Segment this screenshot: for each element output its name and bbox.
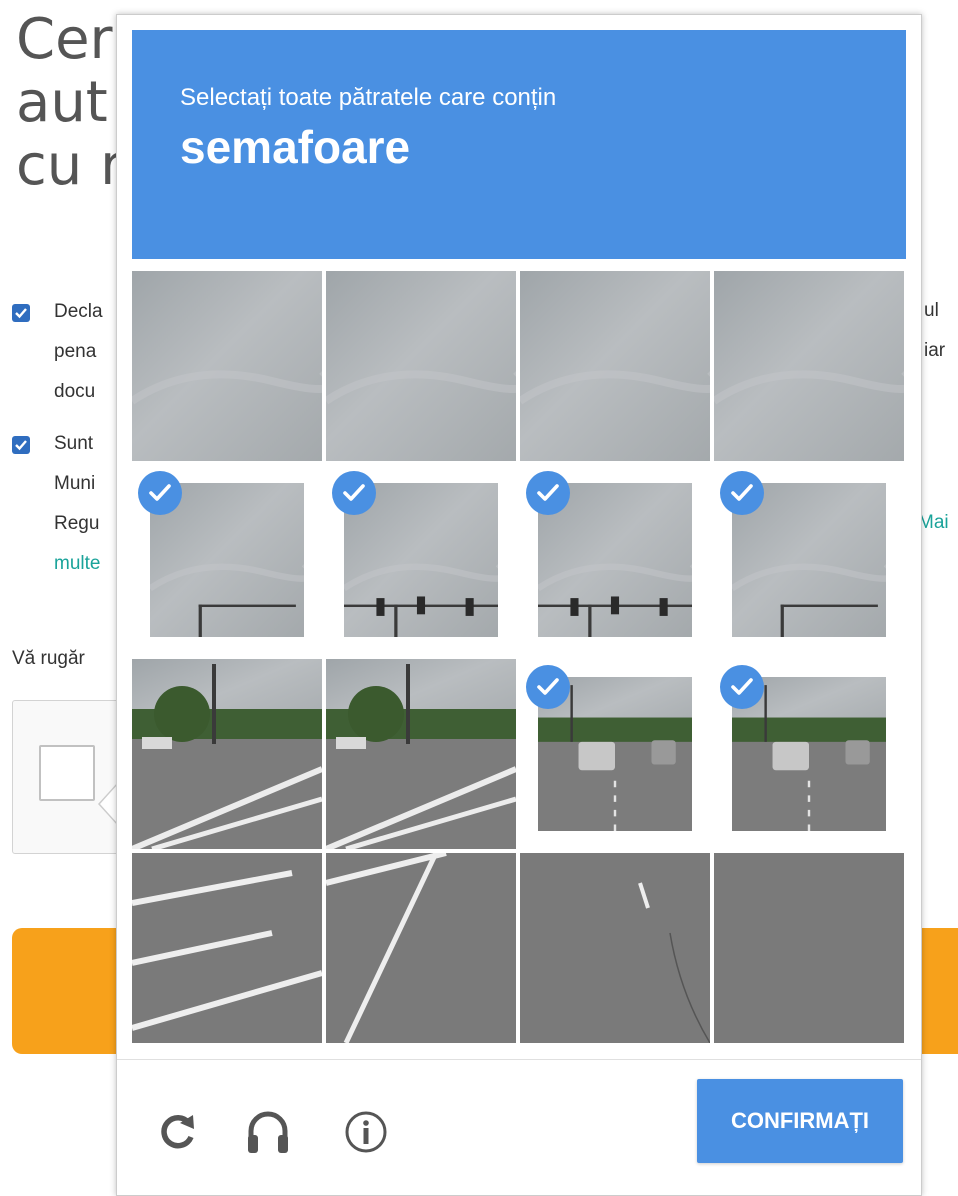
headphones-icon[interactable] bbox=[243, 1107, 293, 1157]
image-tile[interactable] bbox=[132, 659, 322, 849]
terms-text-line: Muni bbox=[54, 473, 96, 494]
tile-image bbox=[132, 853, 322, 1043]
tile-image bbox=[326, 659, 516, 849]
checkmark-icon bbox=[720, 471, 764, 515]
captcha-challenge-dialog: Selectați toate pătratele care conțin se… bbox=[116, 14, 922, 1196]
image-tile[interactable] bbox=[326, 853, 516, 1043]
tile-image bbox=[132, 659, 322, 849]
image-tile[interactable] bbox=[520, 659, 710, 849]
tile-image bbox=[326, 271, 516, 461]
image-tile[interactable] bbox=[714, 853, 904, 1043]
terms-text-line: Regu bbox=[54, 513, 100, 534]
challenge-target: semafoare bbox=[180, 121, 411, 173]
more-link[interactable]: multe bbox=[54, 548, 100, 580]
more-link-fragment[interactable]: Mai bbox=[918, 512, 949, 534]
page-title-line: Cer bbox=[16, 7, 113, 72]
tile-image bbox=[714, 853, 904, 1043]
page-title-line: aut bbox=[16, 70, 108, 135]
please-text: Vă rugăr bbox=[12, 648, 85, 669]
image-tile[interactable] bbox=[132, 853, 322, 1043]
checkmark-icon bbox=[526, 471, 570, 515]
declaration-text-fragment: iar bbox=[924, 340, 946, 361]
image-tile[interactable] bbox=[326, 465, 516, 655]
tile-image bbox=[132, 271, 322, 461]
declaration-checkbox[interactable] bbox=[12, 304, 30, 322]
page-title: Cer aut cu r bbox=[16, 8, 123, 197]
checkmark-icon bbox=[138, 471, 182, 515]
footer-divider bbox=[117, 1059, 921, 1060]
tile-image bbox=[714, 271, 904, 461]
declaration-text-line: docu bbox=[54, 381, 96, 402]
image-tile[interactable] bbox=[326, 659, 516, 849]
info-icon[interactable] bbox=[341, 1107, 391, 1157]
checkmark-icon bbox=[332, 471, 376, 515]
confirm-button[interactable]: CONFIRMAȚI bbox=[697, 1079, 903, 1163]
terms-text-line: Sunt bbox=[54, 433, 94, 454]
image-grid bbox=[132, 271, 906, 1045]
tile-image bbox=[326, 853, 516, 1043]
image-tile[interactable] bbox=[132, 465, 322, 655]
image-tile[interactable] bbox=[520, 853, 710, 1043]
reload-icon[interactable] bbox=[153, 1107, 203, 1157]
declaration-text-line: pena bbox=[54, 341, 97, 362]
tile-image bbox=[520, 853, 710, 1043]
image-tile[interactable] bbox=[714, 271, 904, 461]
image-tile[interactable] bbox=[132, 271, 322, 461]
declaration-text-line: Decla bbox=[54, 301, 103, 322]
image-tile[interactable] bbox=[714, 465, 904, 655]
checkmark-icon bbox=[720, 665, 764, 709]
page-title-line: cu r bbox=[16, 133, 124, 198]
challenge-header: Selectați toate pătratele care conțin se… bbox=[132, 30, 906, 259]
image-tile[interactable] bbox=[520, 271, 710, 461]
image-tile[interactable] bbox=[714, 659, 904, 849]
image-tile[interactable] bbox=[326, 271, 516, 461]
image-tile[interactable] bbox=[520, 465, 710, 655]
declaration-text-fragment: ul bbox=[924, 300, 939, 321]
recaptcha-checkbox[interactable] bbox=[39, 745, 95, 801]
challenge-instruction: Selectați toate pătratele care conțin bbox=[180, 84, 557, 111]
terms-checkbox[interactable] bbox=[12, 436, 30, 454]
tile-image bbox=[520, 271, 710, 461]
checkmark-icon bbox=[526, 665, 570, 709]
